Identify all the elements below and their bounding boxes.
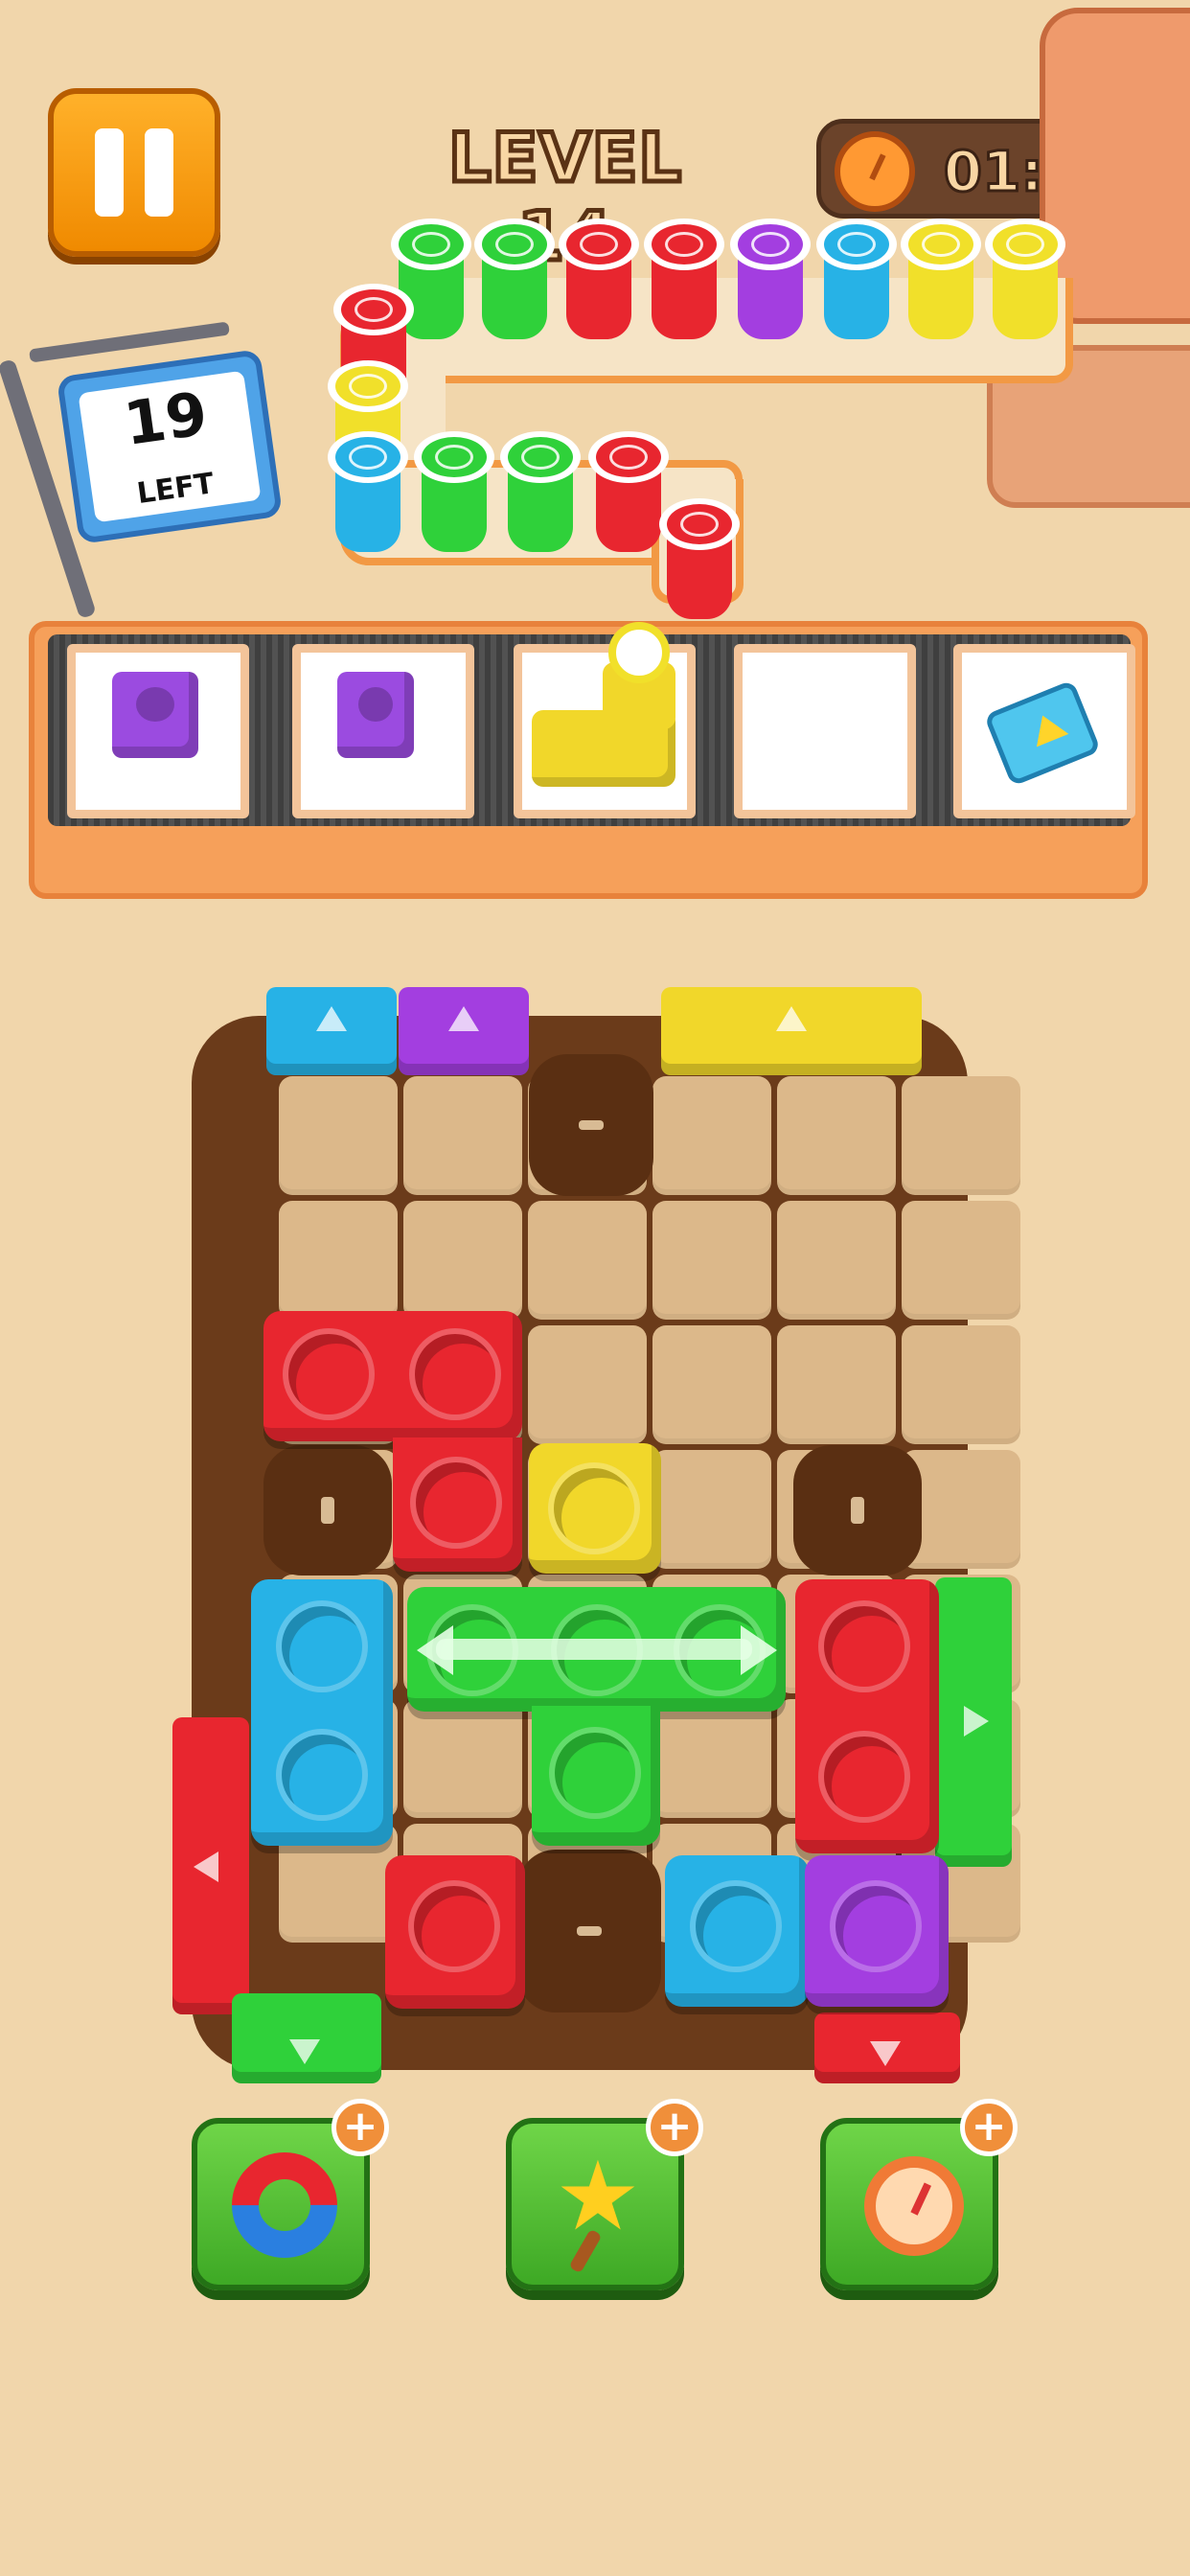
coffee-cup [328,431,408,556]
coffee-cup [500,431,581,556]
yellow-single-block[interactable] [529,1443,661,1574]
floor-tile [528,1325,647,1444]
coffee-cup [901,218,981,343]
level-title: LEVEL 14 [446,117,683,279]
tray-slot-5[interactable] [953,644,1135,818]
latte-art-tulip-icon [580,232,618,257]
red-vertical-block[interactable] [795,1579,939,1853]
floor-tile [279,1201,398,1320]
coffee-cup [414,431,494,556]
blue-vertical-block[interactable] [251,1579,393,1846]
coffee-cup [644,218,724,343]
latte-art-leaf-icon [521,445,560,470]
freeze-timer-powerup-button[interactable]: + [820,2099,1018,2290]
magnet-icon [210,2130,359,2280]
latte-art-swirl-icon [922,232,960,257]
exit-gate-green-right [935,1577,1012,1867]
coffee-cup [730,218,811,343]
latte-art-leaf-icon [435,445,473,470]
board-hole [529,1054,653,1196]
floor-tile [902,1201,1020,1320]
exit-gate-red-bottom [814,2012,960,2083]
latte-art-swirl-icon [1006,232,1044,257]
latte-art-tulip-icon [609,445,648,470]
star-wand-powerup-button[interactable]: ★ + [506,2099,703,2290]
purple-single-block [337,672,414,758]
star-wand-icon: ★ [555,2140,641,2252]
tray-slot-2[interactable] [292,644,474,818]
floor-tile [777,1325,896,1444]
coffee-cup [985,218,1065,343]
tray-slot-1[interactable] [67,644,249,818]
horizontal-drag-arrow-icon [436,1639,752,1660]
add-star-wand-button[interactable]: + [646,2099,703,2156]
board-hole [793,1445,922,1576]
yellow-cup-on-block [608,622,670,683]
floor-tile [777,1201,896,1320]
latte-art-tulip-icon [680,512,719,537]
red-l-block-lower[interactable] [393,1438,522,1572]
magnet-powerup-button[interactable]: + [192,2099,389,2290]
latte-art-swirl-icon [349,374,387,399]
floor-tile [403,1699,522,1818]
exit-gate-yellow-top [661,987,922,1075]
red-l-block[interactable] [263,1311,522,1441]
exit-gate-green-bottom [232,1993,381,2083]
latte-art-leaf-icon [495,232,534,257]
coffee-cup [816,218,897,343]
coffee-cup [559,218,639,343]
floor-tile [652,1076,771,1195]
latte-art-tulip-icon [355,297,393,322]
floor-tile [403,1076,522,1195]
add-magnet-button[interactable]: + [332,2099,389,2156]
floor-tile [652,1450,771,1569]
stopwatch-icon [835,131,915,212]
latte-art-leaf-icon [837,232,876,257]
floor-tile [652,1201,771,1320]
pause-icon [95,128,124,217]
floor-tile [652,1699,771,1818]
purple-single-block[interactable] [805,1855,949,2007]
ad-card-icon [983,679,1102,787]
latte-art-heart-icon [751,232,790,257]
floor-tile [777,1076,896,1195]
exit-gate-blue-top [266,987,397,1075]
floor-tile [403,1201,522,1320]
coffee-cup [474,218,555,343]
red-single-block[interactable] [385,1855,525,2009]
customers-left-count: 19 [120,378,212,459]
tray-slot-4[interactable] [734,644,916,818]
floor-tile [528,1201,647,1320]
latte-art-leaf-icon [349,445,387,470]
coffee-cup [659,498,740,623]
floor-tile [652,1325,771,1444]
exit-gate-red-left [172,1717,249,2014]
floor-tile [902,1076,1020,1195]
coffee-cup [588,431,669,556]
tray-slot-3[interactable] [514,622,696,818]
purple-single-block [112,672,198,758]
floor-tile [902,1325,1020,1444]
green-t-block[interactable] [407,1587,786,1712]
board-hole [517,1850,661,2012]
board-hole [263,1445,392,1576]
add-freeze-timer-button[interactable]: + [960,2099,1018,2156]
latte-art-leaf-icon [412,232,450,257]
exit-gate-purple-top [399,987,529,1075]
stopwatch-icon [864,2156,964,2256]
green-t-block-stem[interactable] [532,1706,660,1846]
floor-tile [279,1076,398,1195]
pause-button[interactable] [48,88,220,257]
customers-left-sign: 19 LEFT [56,348,284,545]
customers-left-label: LEFT [134,467,217,512]
blue-single-block[interactable] [665,1855,809,2007]
latte-art-tulip-icon [665,232,703,257]
